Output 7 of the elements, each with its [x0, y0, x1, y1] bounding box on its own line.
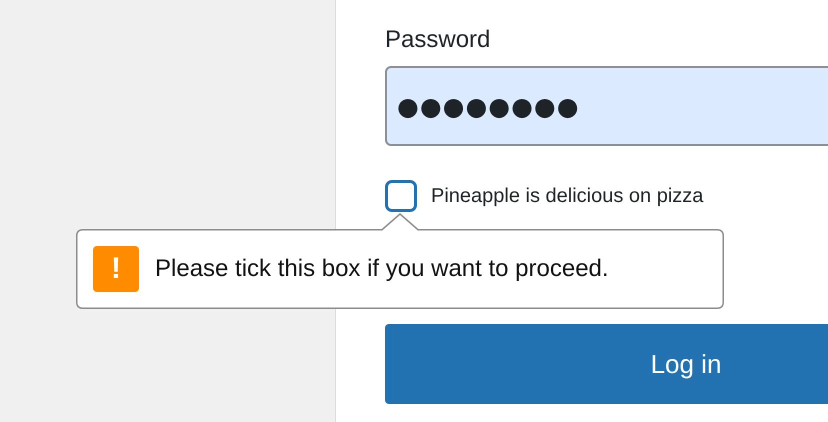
login-button[interactable]: Log in — [385, 324, 828, 404]
checkbox-label[interactable]: Pineapple is delicious on pizza — [431, 184, 704, 208]
checkbox[interactable] — [385, 180, 417, 212]
password-field[interactable]: ●●●●●●●● — [385, 66, 828, 146]
warning-icon: ! — [93, 246, 139, 292]
field-label: Password — [385, 26, 492, 54]
tooltip-message: Please tick this box if you want to proceed. — [155, 255, 609, 283]
